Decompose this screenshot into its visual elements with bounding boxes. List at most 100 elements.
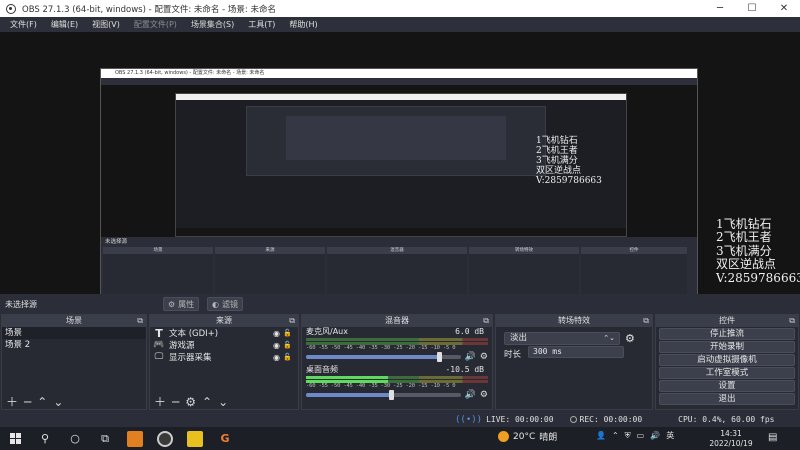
gear-icon: ⚙ [168, 299, 176, 309]
nested-capture: OBS 27.1.3 (64-bit, windows) - 配置文件: 未命名… [100, 68, 698, 294]
taskbar-obs[interactable] [150, 427, 180, 450]
volume-slider[interactable] [306, 352, 461, 362]
taskbar-app-4[interactable]: G [210, 427, 240, 450]
level-meter [306, 376, 488, 379]
chevron-up-icon[interactable]: ⌃ [612, 431, 619, 440]
ime-indicator[interactable]: 英 [666, 430, 674, 441]
volume-slider[interactable] [306, 390, 461, 400]
visibility-eye-icon[interactable]: ◉ [273, 353, 280, 362]
task-view-icon[interactable]: ⧉ [90, 427, 120, 450]
properties-button[interactable]: ⚙ 属性 [163, 297, 200, 311]
taskbar-app-3[interactable] [180, 427, 210, 450]
mixer-channel: 桌面音频 -10.5 dB -60 -55 -50 -45 -40 -35 -3… [302, 365, 492, 403]
stop-streaming-button[interactable]: 停止推流 [659, 328, 795, 340]
dock-undock-icon[interactable]: ⧉ [483, 315, 489, 327]
settings-button[interactable]: 设置 [659, 380, 795, 392]
speaker-icon[interactable]: 🔊 [465, 390, 476, 400]
level-meter [306, 338, 488, 341]
source-item[interactable]: 🖵 显示器采集 ◉ 🔓 [150, 351, 298, 363]
windows-logo-icon [9, 433, 21, 444]
move-down-icon[interactable]: ⌄ [218, 395, 228, 409]
exit-button[interactable]: 退出 [659, 393, 795, 405]
cortana-icon[interactable]: ○ [60, 427, 90, 450]
obs-logo-icon [6, 3, 16, 14]
preview-canvas[interactable]: OBS 27.1.3 (64-bit, windows) - 配置文件: 未命名… [0, 32, 800, 294]
lock-icon[interactable]: 🔓 [283, 341, 292, 349]
duration-label: 时长 [504, 350, 522, 360]
no-source-label: 未选择源 [5, 300, 37, 309]
duration-input[interactable]: 300 ms [528, 346, 624, 358]
clock-date: 2022/10/19 [709, 439, 753, 448]
start-recording-button[interactable]: 开始录制 [659, 341, 795, 353]
start-button[interactable] [0, 427, 30, 450]
windows-taskbar: ⚲ ○ ⧉ G [0, 427, 800, 450]
live-signal-icon: ((•)) [455, 414, 483, 425]
close-icon[interactable]: ✕ [768, 0, 800, 17]
visibility-eye-icon[interactable]: ◉ [273, 341, 280, 350]
obs-icon [157, 430, 173, 447]
controls-dock: 控件 ⧉ 停止推流 开始录制 启动虚拟摄像机 工作室模式 设置 退出 [655, 314, 799, 410]
nested-title-bar: OBS 27.1.3 (64-bit, windows) - 配置文件: 未命名… [101, 69, 697, 78]
sources-dock-header: 来源 ⧉ [150, 315, 298, 327]
source-item[interactable]: T 文本 (GDI+) ◉ 🔓 [150, 326, 298, 340]
text-icon: T [155, 326, 163, 340]
move-up-icon[interactable]: ⌃ [37, 395, 47, 409]
move-down-icon[interactable]: ⌄ [53, 395, 63, 409]
user-icon[interactable]: 👤 [596, 431, 606, 440]
filter-icon: ◐ [212, 299, 219, 309]
minimize-icon[interactable]: ─ [704, 0, 736, 17]
menu-help[interactable]: 帮助(H) [282, 19, 324, 30]
network-icon[interactable]: ▭ [637, 431, 645, 440]
system-tray: 👤 ⌃ ⛨ ▭ 🔊 英 [596, 430, 674, 441]
dock-undock-icon[interactable]: ⧉ [789, 315, 795, 327]
sun-icon [498, 431, 509, 442]
scene-item[interactable]: 场景 [2, 327, 146, 339]
visibility-eye-icon[interactable]: ◉ [273, 329, 280, 338]
meter-ticks: -60 -55 -50 -45 -40 -35 -30 -25 -20 -15 … [306, 345, 456, 351]
scene-item[interactable]: 场景 2 [2, 339, 146, 351]
shield-icon[interactable]: ⛨ [625, 431, 631, 441]
transition-select[interactable]: 淡出 ⌃⌄ [504, 332, 620, 345]
move-up-icon[interactable]: ⌃ [202, 395, 212, 409]
taskbar-clock[interactable]: 14:31 2022/10/19 [703, 427, 759, 449]
menu-profile[interactable]: 配置文件(P) [127, 19, 184, 30]
studio-mode-button[interactable]: 工作室模式 [659, 367, 795, 379]
gear-icon[interactable]: ⚙ [480, 352, 488, 362]
scene-transitions-dock: 转场特效 ⧉ 淡出 ⌃⌄ ⚙ 时长 300 ms [495, 314, 653, 410]
menu-view[interactable]: 视图(V) [85, 19, 127, 30]
filters-button[interactable]: ◐ 滤镜 [207, 297, 243, 311]
search-icon[interactable]: ⚲ [30, 427, 60, 450]
dock-undock-icon[interactable]: ⧉ [137, 315, 143, 327]
gear-icon[interactable]: ⚙ [185, 395, 196, 409]
dock-undock-icon[interactable]: ⧉ [643, 315, 649, 327]
docks-area: 场景 ⧉ 场景 场景 2 ＋ ─ ⌃ ⌄ 来源 ⧉ T 文本 (GDI+) ◉ 🔓 … [0, 314, 800, 412]
record-icon [569, 416, 577, 423]
add-icon[interactable]: ＋ [6, 393, 18, 410]
gear-icon[interactable]: ⚙ [480, 390, 488, 400]
channel-db: -10.5 dB [445, 365, 484, 374]
weather-temp: 20°C [513, 431, 536, 442]
menu-file[interactable]: 文件(F) [3, 19, 44, 30]
speaker-icon[interactable]: 🔊 [465, 352, 476, 362]
remove-icon[interactable]: ─ [24, 395, 31, 409]
source-toolbar: 未选择源 ⚙ 属性 ◐ 滤镜 [0, 294, 800, 314]
lock-icon[interactable]: 🔓 [283, 353, 292, 361]
volume-icon[interactable]: 🔊 [650, 431, 660, 440]
dock-undock-icon[interactable]: ⧉ [289, 315, 295, 327]
gear-icon[interactable]: ⚙ [625, 332, 635, 345]
add-icon[interactable]: ＋ [154, 393, 166, 410]
source-item[interactable]: 🎮 游戏源 ◉ 🔓 [150, 339, 298, 351]
taskbar-app-1[interactable] [120, 427, 150, 450]
menu-edit[interactable]: 编辑(E) [44, 19, 85, 30]
app-yellow-icon [187, 430, 203, 447]
maximize-icon[interactable]: ☐ [736, 0, 768, 17]
weather-widget[interactable]: 20°C 晴朗 [498, 430, 557, 443]
remove-icon[interactable]: ─ [172, 395, 179, 409]
menu-tools[interactable]: 工具(T) [241, 19, 282, 30]
notification-icon[interactable]: ▤ [768, 432, 777, 443]
menu-scene-collection[interactable]: 场景集合(S) [184, 19, 241, 30]
menu-bar: 文件(F) 编辑(E) 视图(V) 配置文件(P) 场景集合(S) 工具(T) … [0, 17, 800, 32]
monitor-icon: 🖵 [154, 352, 164, 362]
start-virtual-camera-button[interactable]: 启动虚拟摄像机 [659, 354, 795, 366]
lock-icon[interactable]: 🔓 [283, 329, 292, 337]
